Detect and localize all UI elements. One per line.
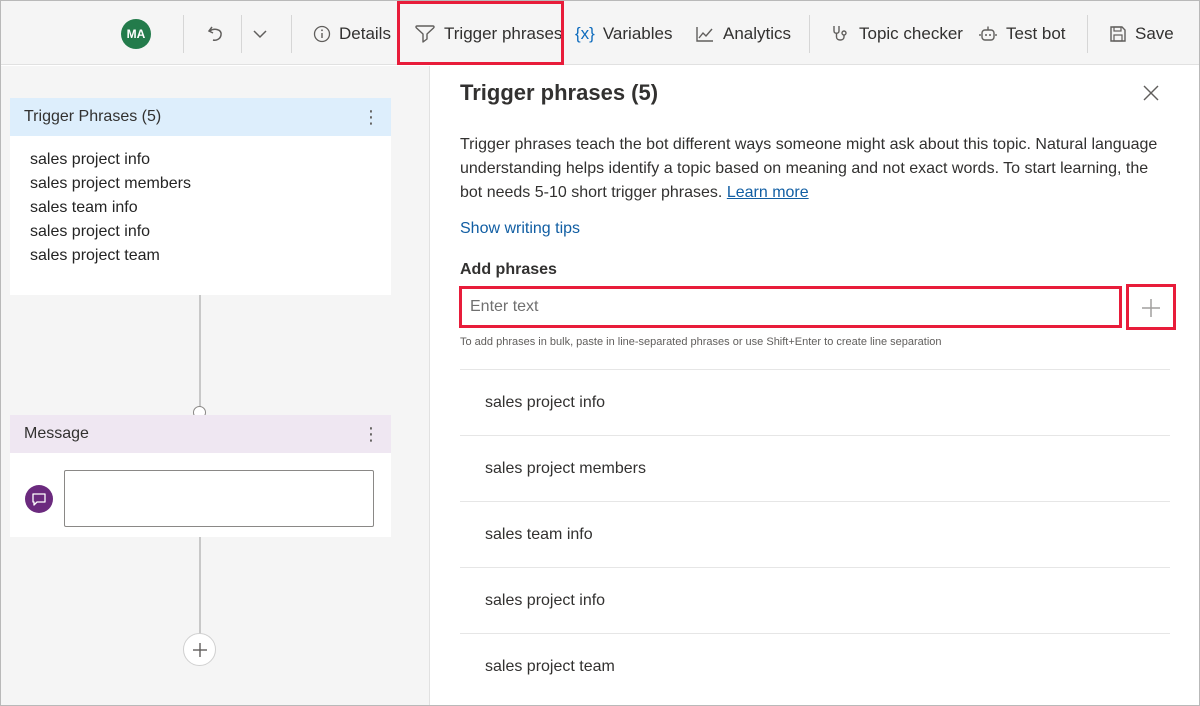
phrase-text: sales project members <box>485 459 646 477</box>
trigger-phrases-label: Trigger phrases <box>444 24 563 43</box>
list-item: sales project info <box>30 151 151 168</box>
phrase-text: sales project info <box>485 393 606 411</box>
save-label: Save <box>1135 24 1174 43</box>
add-phrases-label: Add phrases <box>460 261 557 278</box>
trigger-phrases-button[interactable]: Trigger phrases <box>414 15 562 53</box>
bot-icon <box>979 26 997 41</box>
details-label: Details <box>339 24 391 43</box>
topic-checker-button[interactable]: Topic checker <box>831 15 963 53</box>
phrase-input[interactable] <box>462 290 1118 324</box>
list-item[interactable]: sales team info <box>460 501 1170 567</box>
list-item: sales project members <box>30 175 191 192</box>
phrase-text: sales project info <box>485 591 606 609</box>
node-connector <box>199 537 201 635</box>
save-button[interactable]: Save <box>1109 15 1174 53</box>
toolbar: MA Details Trigger phrases {x} Variables… <box>1 1 1199 65</box>
trigger-node-title: Trigger Phrases (5) <box>24 108 162 125</box>
variables-label: Variables <box>602 24 673 43</box>
message-text-box[interactable] <box>64 470 374 527</box>
panel-description: Trigger phrases teach the bot different … <box>460 133 1170 205</box>
undo-icon <box>207 26 222 41</box>
info-icon <box>313 25 331 43</box>
add-phrase-button[interactable] <box>1130 290 1172 325</box>
bulk-add-hint: To add phrases in bulk, paste in line-se… <box>460 336 942 348</box>
trigger-phrases-node[interactable]: Trigger Phrases (5) ⋮ sales project info… <box>10 98 391 295</box>
list-item: sales project info <box>30 223 151 240</box>
message-node-header[interactable]: Message ⋮ <box>10 415 391 453</box>
add-node-button[interactable] <box>183 633 216 666</box>
test-bot-button[interactable]: Test bot <box>978 15 1066 53</box>
toolbar-divider <box>291 15 292 53</box>
node-connector <box>199 295 201 411</box>
list-item[interactable]: sales project team <box>460 633 1170 699</box>
avatar[interactable]: MA <box>121 19 151 49</box>
phrase-text: sales project team <box>485 657 615 675</box>
variables-icon: {x} <box>575 24 595 43</box>
show-writing-tips-link[interactable]: Show writing tips <box>460 220 580 238</box>
list-item: sales team info <box>30 199 138 216</box>
analytics-button[interactable]: Analytics <box>695 15 791 53</box>
stethoscope-icon <box>833 26 847 41</box>
undo-button[interactable] <box>205 15 227 53</box>
trigger-node-header[interactable]: Trigger Phrases (5) ⋮ <box>10 98 391 136</box>
toolbar-divider <box>809 15 810 53</box>
undo-dropdown-button[interactable] <box>251 15 269 53</box>
toolbar-divider <box>241 15 242 53</box>
chevron-down-icon <box>253 30 267 39</box>
variables-button[interactable]: {x} Variables <box>575 15 672 53</box>
toolbar-divider <box>1087 15 1088 53</box>
message-node-title: Message <box>24 425 89 442</box>
analytics-label: Analytics <box>723 24 792 43</box>
list-item[interactable]: sales project members <box>460 435 1170 501</box>
message-node[interactable]: Message ⋮ <box>10 415 391 537</box>
list-item: sales project team <box>30 247 160 264</box>
more-options-icon[interactable]: ⋮ <box>362 425 380 443</box>
list-item[interactable]: sales project info <box>460 567 1170 633</box>
topic-checker-label: Topic checker <box>859 24 963 43</box>
phrase-list: sales project info sales project members… <box>460 369 1170 699</box>
more-options-icon[interactable]: ⋮ <box>362 108 380 126</box>
app-window: MA Details Trigger phrases {x} Variables… <box>0 0 1200 706</box>
trigger-phrases-panel: Trigger phrases (5) Trigger phrases teac… <box>429 66 1199 705</box>
learn-more-link[interactable]: Learn more <box>727 184 809 201</box>
chat-bubble-icon <box>25 485 53 513</box>
test-bot-label: Test bot <box>1006 24 1066 43</box>
save-icon <box>1110 26 1126 42</box>
list-item[interactable]: sales project info <box>460 369 1170 435</box>
analytics-icon <box>696 27 713 42</box>
phrase-text: sales team info <box>485 525 593 543</box>
toolbar-divider <box>183 15 184 53</box>
close-icon[interactable] <box>1142 84 1160 107</box>
plus-icon <box>192 642 207 657</box>
details-button[interactable]: Details <box>313 15 391 53</box>
trigger-icon <box>415 25 435 43</box>
authoring-canvas[interactable]: Trigger Phrases (5) ⋮ sales project info… <box>1 66 429 705</box>
trigger-node-phrase-list: sales project info sales project members… <box>10 136 391 284</box>
plus-icon <box>1142 298 1160 317</box>
panel-title: Trigger phrases (5) <box>460 80 659 105</box>
